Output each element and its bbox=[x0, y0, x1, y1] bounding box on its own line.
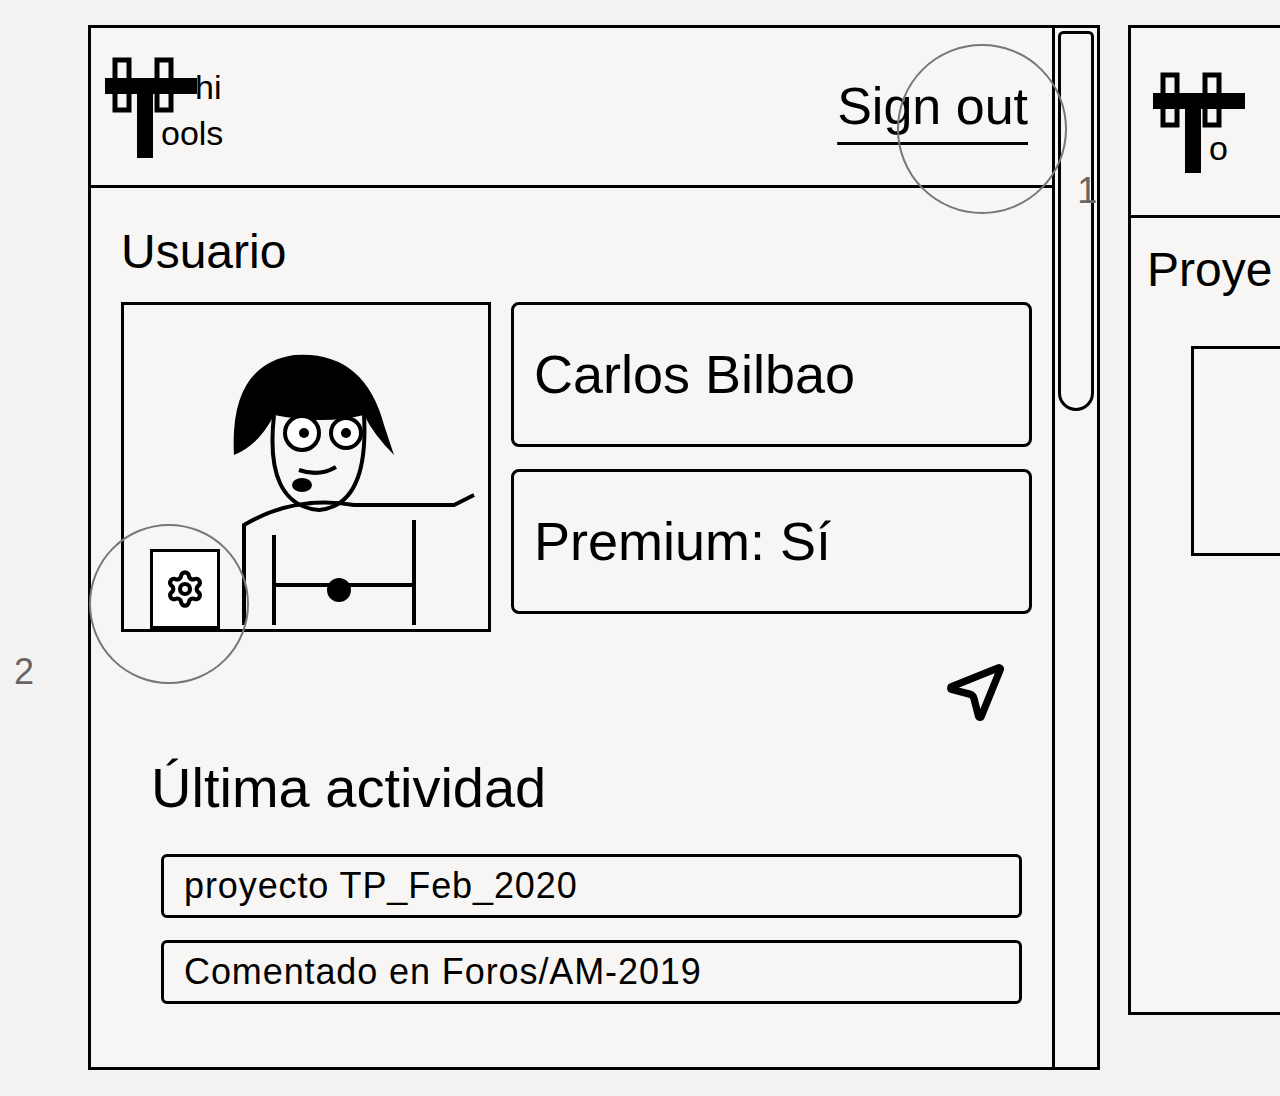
section-title: Usuario bbox=[121, 216, 1052, 288]
scrollbar-thumb[interactable] bbox=[1058, 31, 1094, 411]
cursor-icon bbox=[942, 656, 1012, 726]
name-field: Carlos Bilbao bbox=[511, 302, 1032, 447]
annotation-label: 1 bbox=[1077, 164, 1097, 218]
header: o bbox=[1131, 28, 1280, 218]
second-window: o Proye bbox=[1128, 25, 1280, 1015]
sign-out-link[interactable]: Sign out bbox=[837, 77, 1028, 135]
activity-title: Última actividad bbox=[151, 746, 1052, 830]
logo: hiools bbox=[103, 52, 273, 162]
section-title: Proye bbox=[1147, 234, 1280, 306]
activity-item[interactable]: Comentado en Foros/AM-2019 bbox=[161, 940, 1022, 1004]
logo-icon bbox=[1151, 67, 1261, 177]
content: hioolsSign out1Usuario2Carlos BilbaoPrem… bbox=[91, 28, 1052, 1067]
page: hioolsSign out1Usuario2Carlos BilbaoPrem… bbox=[0, 0, 1280, 1096]
user-fields: Carlos Bilbao Premium: Sí bbox=[511, 302, 1032, 726]
avatar: 2 bbox=[121, 302, 491, 632]
gear-icon bbox=[165, 569, 205, 609]
annotation-circle bbox=[89, 524, 249, 684]
annotation-label: 2 bbox=[14, 645, 34, 699]
premium-field: Premium: Sí bbox=[511, 469, 1032, 614]
user-row: 2Carlos Bilbao Premium: Sí bbox=[121, 302, 1032, 726]
activity-item[interactable]: proyecto TP_Feb_2020 bbox=[161, 854, 1022, 918]
avatar-settings-button[interactable] bbox=[150, 549, 220, 629]
partial-box bbox=[1191, 346, 1280, 556]
annotation-circle bbox=[897, 44, 1067, 214]
activity-list: proyecto TP_Feb_2020 Comentado en Foros/A… bbox=[161, 854, 1022, 1004]
logo: o bbox=[1151, 67, 1280, 177]
header: hioolsSign out1 bbox=[91, 28, 1052, 188]
main-window: hiools Sign out 1 Usuario 2Carlos Bilbao Prem… bbox=[88, 25, 1100, 1070]
